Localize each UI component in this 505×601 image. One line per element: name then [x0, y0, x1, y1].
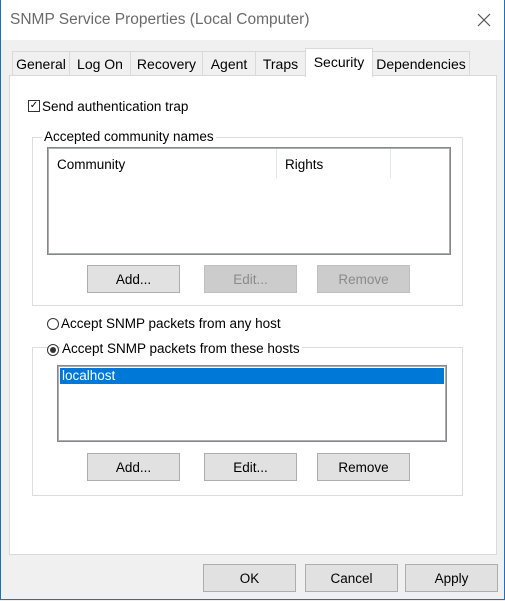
close-icon[interactable]	[472, 8, 496, 32]
window-title: SNMP Service Properties (Local Computer)	[10, 11, 310, 28]
hosts-list[interactable]: localhost	[57, 365, 447, 442]
tab-security[interactable]: Security	[305, 48, 373, 77]
tab-agent[interactable]: Agent	[202, 51, 256, 75]
send-auth-trap-label: Send authentication trap	[42, 99, 189, 114]
column-header-community[interactable]: Community	[57, 157, 125, 172]
tab-label: Agent	[210, 56, 248, 72]
tab-label: Log On	[77, 56, 123, 72]
host-entry: localhost	[62, 368, 116, 383]
tab-general[interactable]: General	[12, 51, 70, 75]
accept-these-hosts-label: Accept SNMP packets from these hosts	[60, 341, 302, 356]
tab-label: General	[16, 56, 66, 72]
community-remove-button[interactable]: Remove	[317, 265, 410, 293]
accept-any-host-label: Accept SNMP packets from any host	[61, 316, 281, 331]
column-header-rights[interactable]: Rights	[285, 157, 323, 172]
tab-label: Recovery	[136, 56, 197, 72]
apply-button[interactable]: Apply	[405, 564, 498, 592]
community-add-button[interactable]: Add...	[87, 265, 180, 293]
title-bar: SNMP Service Properties (Local Computer)	[0, 0, 505, 40]
tab-log-on[interactable]: Log On	[69, 51, 131, 75]
tab-label: Traps	[262, 56, 299, 72]
hosts-remove-button[interactable]: Remove	[317, 453, 410, 481]
tab-recovery[interactable]: Recovery	[130, 51, 203, 75]
hosts-edit-button[interactable]: Edit...	[204, 453, 297, 481]
community-group-label: Accepted community names	[42, 129, 216, 144]
cancel-button[interactable]: Cancel	[305, 564, 398, 592]
send-auth-trap-checkbox[interactable]: ✓	[28, 100, 40, 112]
tab-label: Dependencies	[376, 56, 466, 72]
tab-traps[interactable]: Traps	[255, 51, 306, 75]
accept-these-hosts-radio[interactable]	[47, 344, 59, 356]
hosts-add-button[interactable]: Add...	[87, 453, 180, 481]
ok-button[interactable]: OK	[203, 564, 296, 592]
community-edit-button[interactable]: Edit...	[204, 265, 297, 293]
accept-any-host-radio[interactable]	[47, 318, 59, 330]
tab-label: Security	[313, 54, 365, 70]
list-item[interactable]: localhost	[60, 368, 444, 384]
tab-dependencies[interactable]: Dependencies	[372, 51, 470, 75]
radio-selected-dot	[50, 347, 56, 353]
